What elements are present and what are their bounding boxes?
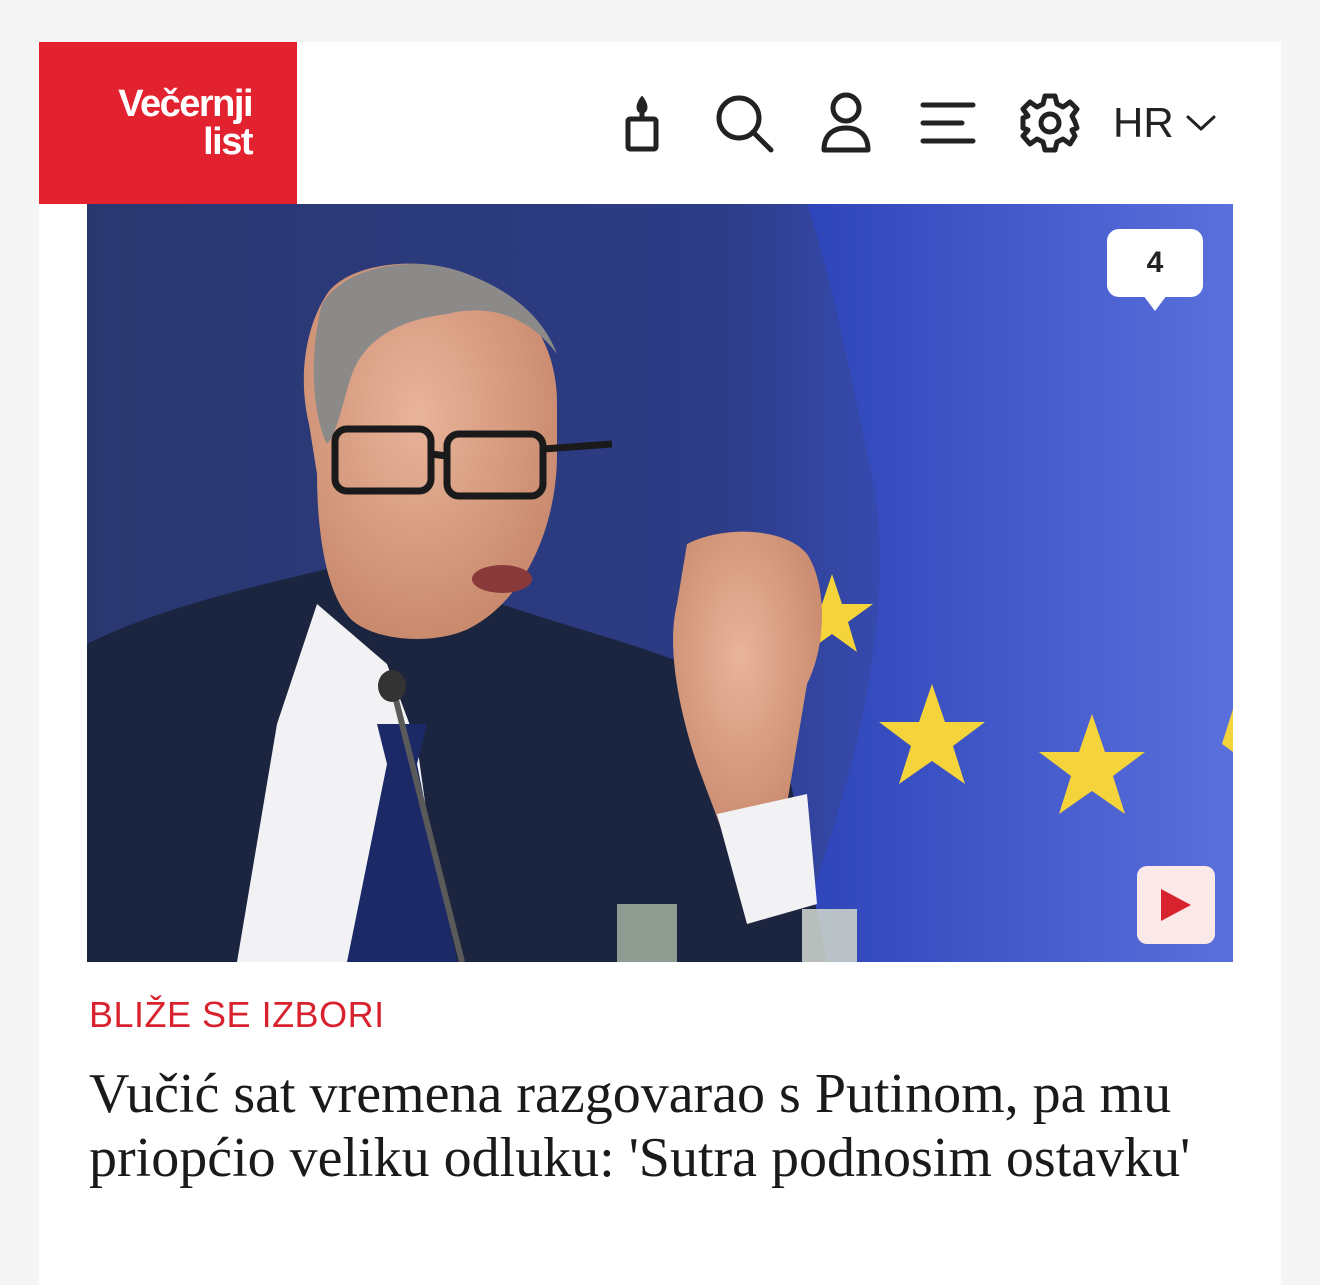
logo-line-2: list (203, 121, 253, 163)
user-icon[interactable] (813, 90, 879, 156)
language-label: HR (1113, 99, 1174, 146)
site-logo[interactable]: Večernji list (39, 42, 297, 204)
hero-photo (87, 204, 1233, 962)
article-category[interactable]: BLIŽE SE IZBORI (89, 994, 385, 1036)
page: Večernji list HR 4 BLIŽE SE IZBORI Vučić… (39, 42, 1281, 1285)
language-selector[interactable]: HR (1113, 99, 1216, 147)
article-headline[interactable]: Vučić sat vremena razgovarao s Putinom, … (89, 1062, 1229, 1190)
article-hero-image[interactable]: 4 (87, 204, 1233, 962)
menu-icon[interactable] (915, 90, 981, 156)
top-bar: Večernji list HR (39, 42, 1281, 204)
comment-count: 4 (1146, 246, 1164, 279)
play-icon (1161, 889, 1191, 921)
header-icons: HR (609, 90, 1216, 156)
comment-count-badge[interactable]: 4 (1107, 229, 1203, 311)
logo-line-1: Večernji (118, 83, 253, 125)
candle-icon[interactable] (609, 90, 675, 156)
search-icon[interactable] (711, 90, 777, 156)
play-video-button[interactable] (1137, 866, 1215, 944)
gear-icon[interactable] (1017, 90, 1083, 156)
chevron-down-icon (1186, 115, 1216, 131)
